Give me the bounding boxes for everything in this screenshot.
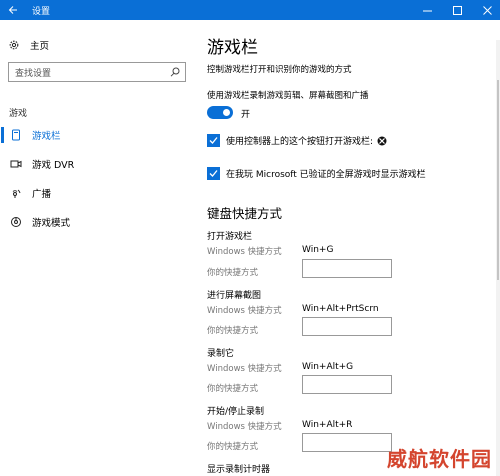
- sidebar-item-game-bar[interactable]: 游戏栏: [0, 124, 196, 146]
- your-shortcut-input[interactable]: [302, 433, 392, 452]
- xbox-icon: [377, 136, 387, 145]
- sidebar-item-broadcast[interactable]: 广播: [0, 182, 196, 204]
- checkmark-icon: [209, 137, 218, 144]
- controller-button-label-row: 使用控制器上的这个按钮打开游戏栏:: [226, 134, 387, 147]
- record-toggle-label: 使用游戏栏录制游戏剪辑、屏幕截图和广播: [207, 91, 369, 101]
- your-shortcut-input[interactable]: [302, 317, 392, 336]
- home-label: 主页: [30, 41, 50, 52]
- home-link[interactable]: 主页: [8, 38, 49, 52]
- shortcut-group-title: 录制它: [207, 349, 235, 359]
- keyboard-shortcuts-title: 键盘快捷方式: [207, 206, 283, 221]
- your-shortcut-input[interactable]: [302, 259, 392, 278]
- windows-shortcut-value: Win+G: [302, 245, 334, 255]
- close-button[interactable]: [474, 0, 500, 20]
- game-mode-icon: [9, 215, 23, 229]
- toggle-knob: [223, 109, 230, 116]
- your-shortcut-label: 你的快捷方式: [207, 268, 259, 278]
- minimize-icon: [422, 10, 432, 11]
- section-label-gaming: 游戏: [9, 109, 28, 119]
- sidebar-item-game-mode[interactable]: 游戏模式: [0, 211, 196, 233]
- fullscreen-games-checkbox[interactable]: [207, 167, 220, 180]
- window-title: 设置: [32, 6, 51, 17]
- page-description: 控制游戏栏打开和识别你的游戏的方式: [207, 65, 352, 75]
- your-shortcut-label: 你的快捷方式: [207, 326, 259, 336]
- scrollbar[interactable]: [496, 40, 500, 476]
- your-shortcut-input[interactable]: [302, 375, 392, 394]
- sidebar-item-label: 广播: [32, 189, 52, 200]
- windows-shortcut-value: Win+Alt+G: [302, 362, 354, 372]
- game-bar-icon: [9, 128, 23, 142]
- sidebar: 主页 查找设置 游戏 游戏栏 游戏 DVR 广播 游戏模式: [0, 20, 196, 476]
- sidebar-item-game-dvr[interactable]: 游戏 DVR: [0, 153, 196, 175]
- maximize-button[interactable]: [444, 0, 470, 20]
- minimize-button[interactable]: [414, 0, 440, 20]
- shortcut-group-title: 开始/停止录制: [207, 407, 265, 417]
- your-shortcut-label: 你的快捷方式: [207, 384, 259, 394]
- back-button[interactable]: [0, 0, 26, 20]
- controller-button-checkbox[interactable]: [207, 134, 220, 147]
- sidebar-item-label: 游戏栏: [32, 131, 61, 142]
- active-indicator: [1, 127, 4, 143]
- toggle-state-label: 开: [241, 110, 251, 120]
- gear-icon: [9, 40, 19, 50]
- search-icon[interactable]: [165, 63, 185, 81]
- shortcut-group-title: 打开游戏栏: [207, 232, 253, 242]
- windows-shortcut-label: Windows 快捷方式: [207, 422, 282, 432]
- watermark: 威航软件园: [387, 447, 492, 471]
- main-content: 游戏栏 控制游戏栏打开和识别你的游戏的方式 使用游戏栏录制游戏剪辑、屏幕截图和广…: [196, 20, 500, 476]
- windows-shortcut-label: Windows 快捷方式: [207, 247, 282, 257]
- broadcast-icon: [9, 186, 23, 200]
- search-input[interactable]: 查找设置: [15, 66, 165, 79]
- controller-button-label: 使用控制器上的这个按钮打开游戏栏:: [226, 137, 374, 147]
- shortcut-group-title: 显示录制计时器: [207, 465, 271, 475]
- windows-shortcut-label: Windows 快捷方式: [207, 306, 282, 316]
- game-dvr-icon: [9, 157, 23, 171]
- windows-shortcut-value: Win+Alt+PrtScrn: [302, 304, 379, 314]
- checkmark-icon: [209, 170, 218, 177]
- close-icon: [482, 5, 492, 15]
- record-toggle-switch[interactable]: [207, 106, 233, 119]
- windows-shortcut-value: Win+Alt+R: [302, 420, 353, 430]
- shortcut-group-title: 进行屏幕截图: [207, 291, 262, 301]
- search-box[interactable]: 查找设置: [8, 62, 186, 82]
- windows-shortcut-label: Windows 快捷方式: [207, 364, 282, 374]
- fullscreen-games-label: 在我玩 Microsoft 已验证的全屏游戏时显示游戏栏: [226, 170, 426, 180]
- back-arrow-icon: [8, 6, 17, 14]
- sidebar-item-label: 游戏模式: [32, 218, 71, 229]
- title-bar: 设置: [0, 0, 500, 20]
- sidebar-item-label: 游戏 DVR: [32, 160, 75, 171]
- scrollbar-thumb[interactable]: [497, 80, 499, 280]
- maximize-icon: [452, 5, 462, 15]
- your-shortcut-label: 你的快捷方式: [207, 442, 259, 452]
- page-title: 游戏栏: [207, 38, 258, 58]
